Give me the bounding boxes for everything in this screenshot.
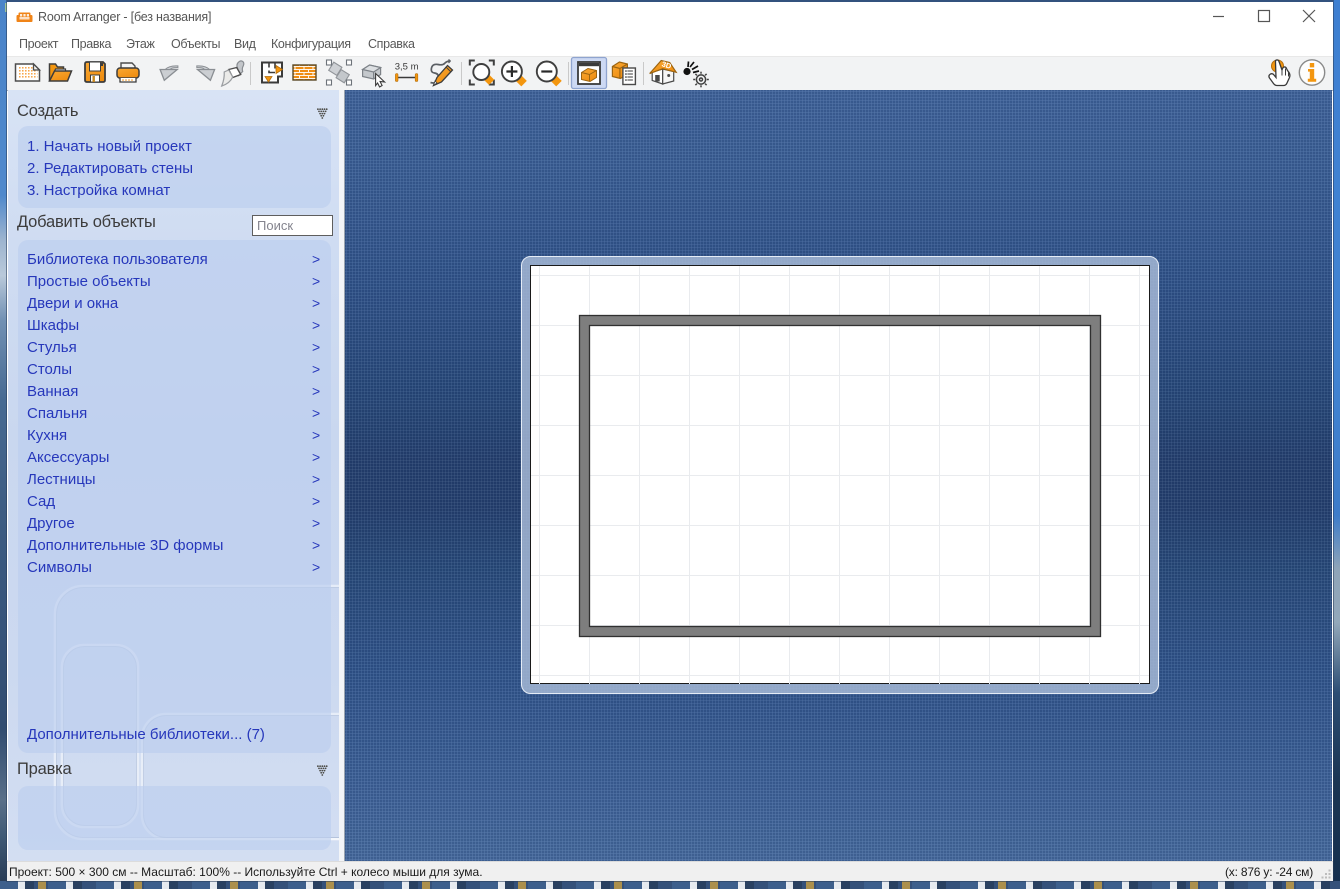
- svg-text:3,5 m: 3,5 m: [395, 62, 419, 73]
